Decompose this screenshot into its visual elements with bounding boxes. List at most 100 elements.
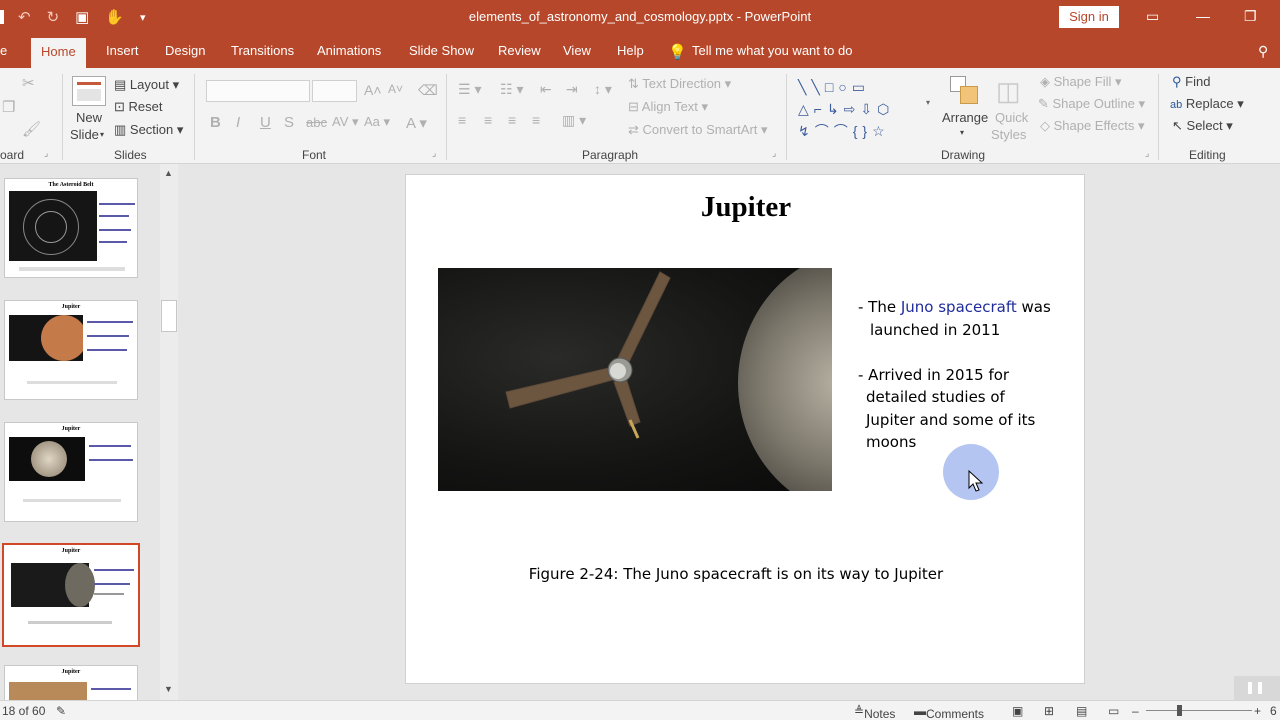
shape-effects-button[interactable]: ◇ Shape Effects ▾ xyxy=(1040,118,1144,134)
replace-button[interactable]: ab Replace ▾ xyxy=(1170,96,1244,112)
zoom-slider-thumb[interactable] xyxy=(1177,705,1182,716)
tell-me-search[interactable]: Tell me what you want to do xyxy=(692,34,852,68)
ribbon-display-options-icon[interactable]: ▭ xyxy=(1146,8,1159,25)
spacecraft-graphic xyxy=(505,271,671,439)
tab-help[interactable]: Help xyxy=(617,34,644,68)
scroll-down-icon[interactable]: ▼ xyxy=(164,684,173,694)
shapes-gallery[interactable]: ╲╲□○▭ △⌐↳⇨⇩⬡ ↯⌒⌒{}☆ xyxy=(798,76,928,142)
sign-in-button[interactable]: Sign in xyxy=(1059,6,1119,28)
slide-title[interactable]: Jupiter xyxy=(406,191,1086,224)
arrange-label[interactable]: Arrange xyxy=(942,110,988,125)
bullets-icon[interactable]: ☰ ▾ xyxy=(458,81,481,98)
tab-home[interactable]: Home xyxy=(31,38,86,68)
juno-spacecraft-image[interactable] xyxy=(438,268,832,491)
arrange-dropdown-icon[interactable]: ▾ xyxy=(960,128,964,137)
align-right-icon[interactable]: ≡ xyxy=(508,112,516,128)
comments-button[interactable]: ▬ Comments xyxy=(914,704,984,720)
bold-icon[interactable]: B xyxy=(210,114,221,131)
minimize-icon[interactable]: — xyxy=(1196,8,1210,24)
clear-formatting-icon[interactable]: ⌫ xyxy=(418,82,438,99)
new-slide-label-1[interactable]: New xyxy=(76,110,102,125)
slide-thumbnail-selected[interactable]: Jupiter xyxy=(2,543,140,647)
layout-button[interactable]: ▤ Layout ▾ xyxy=(114,77,179,93)
italic-icon[interactable]: I xyxy=(236,114,240,131)
slide-thumbnail[interactable]: Jupiter xyxy=(4,422,138,522)
section-button[interactable]: ▥ Section ▾ xyxy=(114,122,183,138)
scroll-thumb[interactable] xyxy=(161,300,177,332)
align-left-icon[interactable]: ≡ xyxy=(458,112,466,128)
increase-indent-icon[interactable]: ⇥ xyxy=(566,81,578,98)
drawing-dialog-launcher-icon[interactable]: ⌟ xyxy=(1145,148,1149,159)
font-size-input[interactable] xyxy=(312,80,357,102)
decrease-indent-icon[interactable]: ⇤ xyxy=(540,81,552,98)
increase-font-icon[interactable]: A˄ xyxy=(364,82,382,98)
clipboard-dialog-launcher-icon[interactable]: ⌟ xyxy=(44,148,48,159)
juno-link[interactable]: Juno spacecraft xyxy=(901,298,1017,316)
tab-view[interactable]: View xyxy=(563,34,591,68)
tab-slide-show[interactable]: Slide Show xyxy=(409,34,474,68)
quick-styles-icon[interactable]: ◫ xyxy=(996,76,1021,107)
tab-file[interactable]: e xyxy=(0,34,7,68)
underline-icon[interactable]: U xyxy=(260,114,271,131)
font-color-icon[interactable]: A ▾ xyxy=(406,114,427,132)
select-button[interactable]: ↖ Select ▾ xyxy=(1172,118,1233,134)
slide-thumbnail-panel[interactable]: The Asteroid Belt Jupiter Jupiter Jupite… xyxy=(0,164,178,705)
decrease-font-icon[interactable]: A˅ xyxy=(388,82,403,96)
strikethrough-icon[interactable]: abc xyxy=(306,115,327,130)
shape-outline-button[interactable]: ✎ Shape Outline ▾ xyxy=(1038,96,1145,112)
character-spacing-icon[interactable]: AV ▾ xyxy=(332,114,359,130)
slide-body-text[interactable]: - The Juno spacecraft was launched in 20… xyxy=(858,296,1078,454)
new-slide-icon[interactable] xyxy=(72,76,106,106)
tab-animations[interactable]: Animations xyxy=(317,34,381,68)
thumbnail-scrollbar[interactable]: ▲ ▼ xyxy=(160,164,178,700)
format-painter-icon[interactable]: 🖌 xyxy=(22,120,41,138)
shapes-more-icon[interactable]: ▾ xyxy=(926,98,930,107)
font-name-input[interactable] xyxy=(206,80,310,102)
cut-icon[interactable]: ✂ xyxy=(22,74,35,92)
tab-review[interactable]: Review xyxy=(498,34,541,68)
pause-overlay-icon[interactable] xyxy=(1234,676,1280,700)
slide-sorter-icon[interactable]: ⊞ xyxy=(1044,704,1054,718)
align-text-button[interactable]: ⊟ Align Text ▾ xyxy=(628,99,708,115)
justify-icon[interactable]: ≡ xyxy=(532,112,540,128)
zoom-out-icon[interactable]: – xyxy=(1132,704,1139,718)
figure-caption[interactable]: Figure 2-24: The Juno spacecraft is on i… xyxy=(406,565,1066,583)
slide-show-icon[interactable]: ▭ xyxy=(1108,704,1119,718)
quick-styles-label-1[interactable]: Quick xyxy=(995,110,1028,125)
tab-design[interactable]: Design xyxy=(165,34,205,68)
scroll-up-icon[interactable]: ▲ xyxy=(164,168,173,178)
align-center-icon[interactable]: ≡ xyxy=(484,112,492,128)
numbering-icon[interactable]: ☷ ▾ xyxy=(500,81,523,98)
notes-button[interactable]: ≜ Notes xyxy=(854,704,895,720)
shape-fill-button[interactable]: ◈ Shape Fill ▾ xyxy=(1040,74,1122,90)
new-slide-label-2[interactable]: Slide xyxy=(70,127,99,142)
slide-canvas[interactable]: Jupiter - The Juno spacecraft was launch… xyxy=(405,174,1085,684)
zoom-in-icon[interactable]: + xyxy=(1254,704,1261,718)
zoom-level[interactable]: 6 xyxy=(1270,704,1277,718)
reading-view-icon[interactable]: ▤ xyxy=(1076,704,1087,718)
find-button[interactable]: ⚲ Find xyxy=(1172,74,1210,90)
copy-icon[interactable]: ❐ xyxy=(2,98,15,116)
share-icon[interactable]: ⚲ xyxy=(1258,34,1268,68)
arrange-icon[interactable] xyxy=(950,76,980,106)
change-case-icon[interactable]: Aa ▾ xyxy=(364,114,390,130)
convert-smartart-button[interactable]: ⇄ Convert to SmartArt ▾ xyxy=(628,122,768,138)
quick-styles-label-2[interactable]: Styles xyxy=(991,127,1026,142)
reset-button[interactable]: ⊡ Reset xyxy=(114,99,162,115)
normal-view-icon[interactable]: ▣ xyxy=(1012,704,1023,718)
columns-icon[interactable]: ▥ ▾ xyxy=(562,112,586,129)
new-slide-dropdown-icon[interactable]: ▾ xyxy=(100,130,104,139)
slide-thumbnail[interactable]: Jupiter xyxy=(4,665,138,705)
slide-thumbnail[interactable]: The Asteroid Belt xyxy=(4,178,138,278)
line-spacing-icon[interactable]: ↕ ▾ xyxy=(594,81,612,98)
restore-icon[interactable]: ❐ xyxy=(1244,8,1257,25)
shadow-icon[interactable]: S xyxy=(284,114,294,131)
zoom-slider[interactable] xyxy=(1146,710,1252,711)
text-direction-button[interactable]: ⇅ Text Direction ▾ xyxy=(628,76,731,92)
paragraph-dialog-launcher-icon[interactable]: ⌟ xyxy=(772,148,776,159)
tab-insert[interactable]: Insert xyxy=(106,34,139,68)
spell-check-icon[interactable]: ✎ xyxy=(56,704,66,718)
tab-transitions[interactable]: Transitions xyxy=(231,34,294,68)
slide-thumbnail[interactable]: Jupiter xyxy=(4,300,138,400)
font-dialog-launcher-icon[interactable]: ⌟ xyxy=(432,148,436,159)
